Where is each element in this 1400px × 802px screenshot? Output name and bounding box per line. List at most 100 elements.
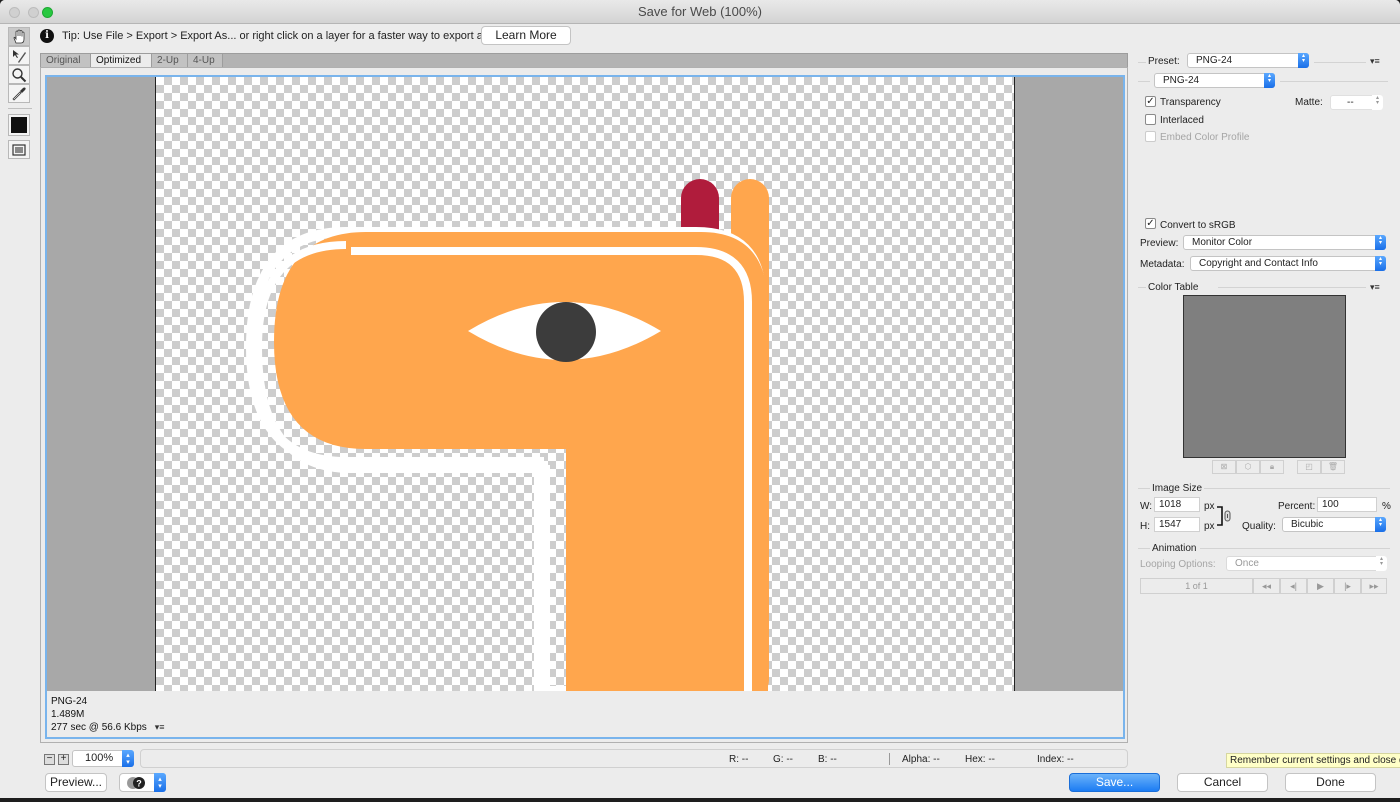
divider [1218,287,1366,288]
color-table-actions-right: ◰ 🗑︎ [1297,460,1345,474]
preview-label: Preview: [1140,238,1179,249]
status-divider [889,753,890,765]
add-color-button[interactable]: ◰ [1297,460,1321,474]
color-table-grid[interactable] [1183,295,1346,458]
divider [1280,81,1388,82]
color-info-bar: R: -- G: -- B: -- Alpha: -- Hex: -- Inde… [140,749,1128,768]
status-g: G: -- [773,754,793,765]
width-input[interactable]: 1018 [1154,497,1200,512]
looping-options-select[interactable]: Once ▴ ▾ [1226,556,1387,571]
web-shift-button[interactable]: ⬡ [1236,460,1260,474]
info-format: PNG-24 [51,696,88,707]
close-window-button[interactable] [9,7,20,18]
tab-4-up[interactable]: 4-Up [188,54,223,68]
tab-2-up[interactable]: 2-Up [152,54,188,68]
percent-input[interactable]: 100 [1317,497,1377,512]
color-table-menu-icon[interactable]: ▾≡ [1370,282,1380,293]
metadata-select[interactable]: Copyright and Contact Info ▴ ▾ [1190,256,1386,271]
first-frame-button[interactable]: ◂◂ [1253,578,1280,594]
preview-button[interactable]: Preview... [45,773,107,792]
divider [1204,488,1390,489]
next-frame-button[interactable]: |▸ [1334,578,1361,594]
zoom-out-button[interactable]: − [44,753,55,765]
browser-help-icon: ? [127,777,145,789]
delete-color-button[interactable]: 🗑︎ [1321,460,1345,474]
preview-viewport[interactable] [47,77,1123,691]
zoom-level-select[interactable]: 100% ▴ ▾ [72,750,134,767]
divider [1138,81,1150,82]
preset-value: PNG-24 [1196,55,1233,66]
cancel-button[interactable]: Cancel [1177,773,1268,792]
done-button[interactable]: Done [1285,773,1376,792]
preset-select[interactable]: PNG-24 ▴ ▾ [1187,53,1309,68]
constrain-proportions-icon[interactable] [1216,504,1234,528]
divider [1314,62,1366,63]
giraffe-artwork [245,179,769,691]
zoom-in-button[interactable]: + [58,753,69,765]
optimized-preview-frame[interactable]: PNG-24 1.489M 277 sec @ 56.6 Kbps ▾≡ [45,75,1125,739]
preview-image[interactable] [155,77,1015,691]
learn-more-button[interactable]: Learn More [481,26,571,45]
eyedropper-color-button[interactable] [8,114,30,136]
map-transparency-button[interactable]: ⊠ [1212,460,1236,474]
window-title: Save for Web (100%) [637,4,763,19]
frame-counter: 1 of 1 [1140,578,1253,594]
chevron-updown-icon: ▴ ▾ [1375,517,1386,532]
tip-text: Tip: Use File > Export > Export As... or… [62,30,509,42]
matte-select[interactable]: -- ▴ ▾ [1330,95,1383,110]
eyedropper-color-swatch [11,117,27,133]
preview-menu-icon[interactable]: ▾≡ [155,722,165,732]
preview-pane: PNG-24 1.489M 277 sec @ 56.6 Kbps ▾≡ [40,67,1128,743]
toolbox [8,27,32,159]
transparency-checkbox[interactable]: ✓ [1145,96,1156,107]
embed-color-profile-label: Embed Color Profile [1160,132,1250,143]
minimize-window-button[interactable] [28,7,39,18]
convert-srgb-label: Convert to sRGB [1160,220,1236,231]
tab-original[interactable]: Original [41,54,91,68]
image-size-title: Image Size [1152,483,1203,494]
chevron-updown-icon: ▴ ▾ [1298,53,1309,68]
preview-browser-select[interactable]: ? ▴ ▾ [119,773,166,792]
tip-bar: i Tip: Use File > Export > Export As... … [40,26,509,46]
quality-select[interactable]: Bicubic ▴ ▾ [1282,517,1386,532]
status-alpha: Alpha: -- [902,754,940,765]
save-button[interactable]: Save... [1069,773,1160,792]
animation-controls: 1 of 1 ◂◂ ◂| ▶ |▸ ▸▸ [1140,578,1387,594]
metadata-value: Copyright and Contact Info [1199,258,1318,269]
chevron-updown-icon: ▴ ▾ [1375,235,1386,250]
info-icon: i [40,29,54,43]
done-tooltip: Remember current settings and close dial… [1226,753,1400,768]
view-tabs: Original Optimized 2-Up 4-Up [40,53,1128,68]
file-format-select[interactable]: PNG-24 ▴ ▾ [1154,73,1275,88]
convert-srgb-checkbox[interactable]: ✓ [1145,218,1156,229]
chevron-updown-icon: ▴ ▾ [1264,73,1275,88]
play-button[interactable]: ▶ [1307,578,1334,594]
giraffe-pupil [536,302,596,362]
previous-frame-button[interactable]: ◂| [1280,578,1307,594]
lock-color-button[interactable]: 🔒︎ [1260,460,1284,474]
tab-optimized[interactable]: Optimized [91,54,152,68]
divider [1138,62,1146,63]
save-for-web-dialog: Save for Web (100%) i Tip: Use File > Ex… [0,0,1400,798]
optimization-info: PNG-24 1.489M 277 sec @ 56.6 Kbps ▾≡ [51,695,165,734]
last-frame-button[interactable]: ▸▸ [1361,578,1387,594]
preview-color-select[interactable]: Monitor Color ▴ ▾ [1183,235,1386,250]
width-label: W: [1140,501,1153,512]
toggle-slices-visibility-button[interactable] [8,140,30,159]
animation-title: Animation [1152,543,1197,554]
divider [1138,548,1150,549]
interlaced-checkbox[interactable] [1145,114,1156,125]
zoom-tool-button[interactable] [8,65,30,84]
slice-select-tool-button[interactable] [8,46,30,65]
eyedropper-tool-button[interactable] [8,84,30,103]
matte-label: Matte: [1295,97,1323,108]
height-input[interactable]: 1547 [1154,517,1200,532]
zoom-controls: − + [44,751,72,767]
status-r: R: -- [729,754,749,765]
looping-options-label: Looping Options: [1140,559,1216,570]
preset-label: Preset: [1148,56,1180,67]
hand-tool-button[interactable] [8,27,30,46]
embed-color-profile-checkbox[interactable] [1145,131,1156,142]
zoom-window-button[interactable] [42,7,53,18]
optimize-menu-icon[interactable]: ▾≡ [1370,56,1380,67]
